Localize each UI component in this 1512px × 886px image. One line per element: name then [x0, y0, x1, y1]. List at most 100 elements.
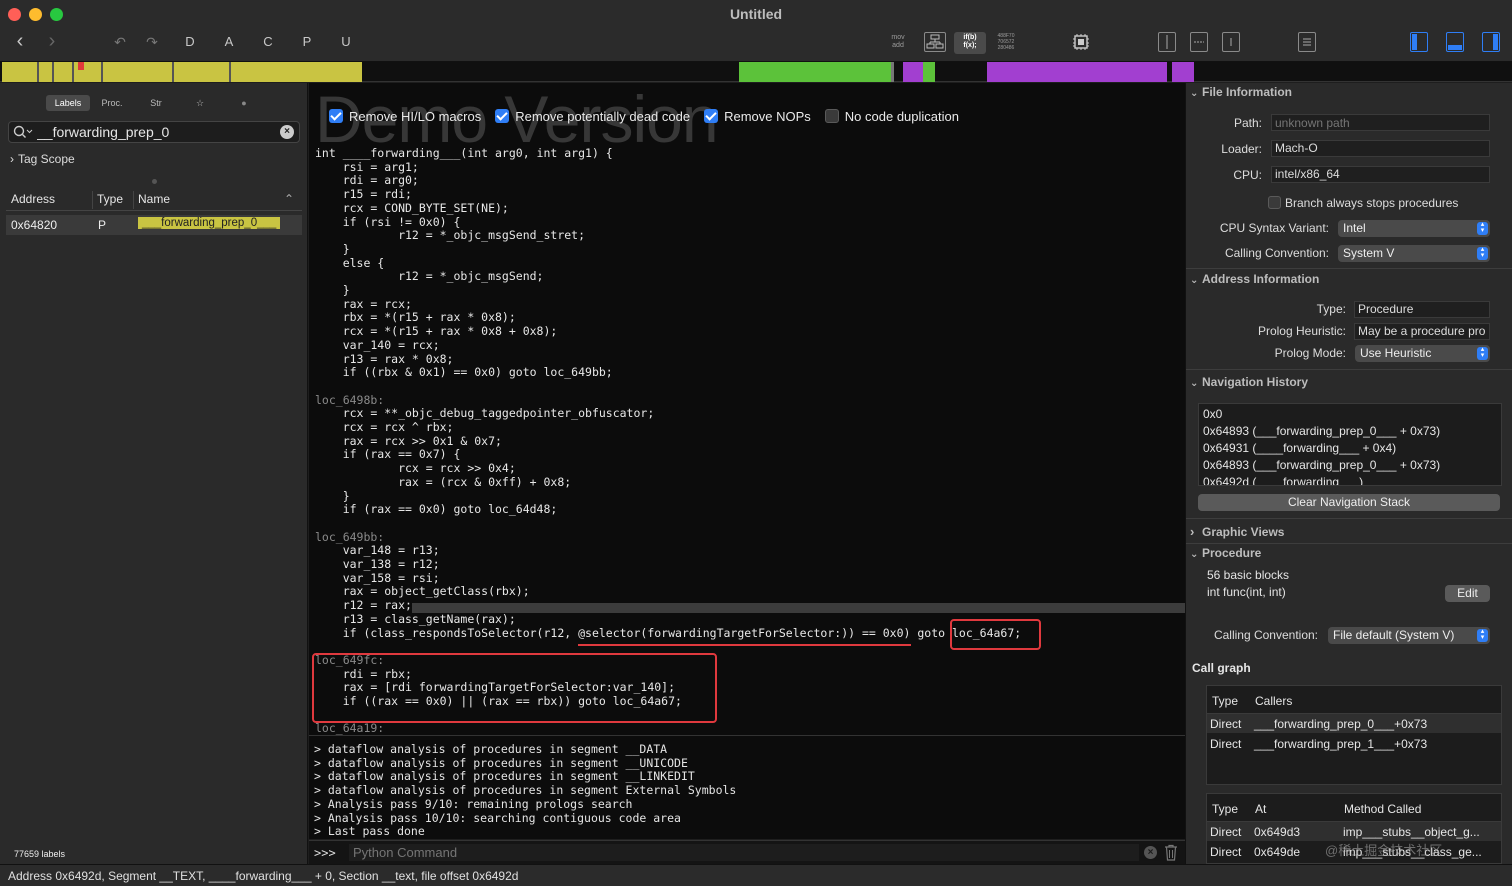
- toggle-left-sidebar-icon[interactable]: [1410, 32, 1428, 52]
- code-line[interactable]: var_140 = rcx;: [315, 338, 440, 353]
- code-line[interactable]: r12 = *_objc_msgSend_stret;: [315, 228, 585, 243]
- cfg-view-icon[interactable]: [924, 32, 946, 52]
- branch-stops-checkbox[interactable]: [1268, 196, 1281, 209]
- procedure-button[interactable]: P: [297, 32, 317, 52]
- list-item[interactable]: 0x64893 (___forwarding_prep_0___ + 0x73): [1203, 424, 1440, 438]
- list-item[interactable]: 0x0: [1203, 407, 1222, 421]
- section-address-information[interactable]: Address Information: [1190, 272, 1319, 286]
- loader-field[interactable]: Mach-O: [1271, 140, 1490, 157]
- splitter-handle[interactable]: [152, 179, 157, 184]
- list-item[interactable]: 0x6492d (____forwarding___): [1203, 475, 1363, 485]
- procedure-calling-convention-popup[interactable]: File default (System V) ▴ ▾: [1328, 627, 1490, 644]
- pseudocode-view[interactable]: Demo Version Remove HI/LO macros Remove …: [309, 83, 1185, 735]
- code-line[interactable]: }: [315, 242, 350, 257]
- undefine-button[interactable]: U: [336, 32, 356, 52]
- code-line[interactable]: int ____forwarding___(int arg0, int arg1…: [315, 146, 613, 161]
- tab-tags-dot-icon[interactable]: ●: [222, 95, 266, 111]
- code-line[interactable]: r15 = rdi;: [315, 187, 412, 202]
- code-line[interactable]: if (class_respondsToSelector(r12, @selec…: [315, 626, 1022, 641]
- redo-icon[interactable]: ↷: [142, 32, 162, 52]
- edit-signature-button[interactable]: Edit: [1445, 585, 1490, 602]
- back-arrow-icon[interactable]: ‹: [10, 31, 30, 52]
- split-horizontal-icon[interactable]: [1190, 32, 1208, 52]
- code-line[interactable]: var_138 = r12;: [315, 557, 440, 572]
- called-column-method[interactable]: Method Called: [1344, 802, 1421, 816]
- pseudocode-mode-button[interactable]: if(b) f(x);: [954, 32, 986, 54]
- table-row[interactable]: Direct 0x649d3 imp___stubs__object_g...: [1207, 822, 1501, 841]
- prolog-mode-popup[interactable]: Use Heuristic ▴ ▾: [1355, 345, 1490, 362]
- table-row[interactable]: Direct ___forwarding_prep_0___+0x73: [1207, 714, 1501, 733]
- code-line[interactable]: r13 = class_getName(rax);: [315, 612, 516, 627]
- trash-icon[interactable]: [1163, 844, 1179, 864]
- tab-procedures[interactable]: Proc.: [90, 95, 134, 111]
- assembly-mode-button[interactable]: mov add: [886, 34, 910, 54]
- segment-navigation-bar[interactable]: [0, 62, 1512, 82]
- clear-navigation-stack-button[interactable]: Clear Navigation Stack: [1198, 494, 1500, 511]
- callers-table[interactable]: Type Callers Direct ___forwarding_prep_0…: [1206, 685, 1502, 785]
- split-vertical-icon[interactable]: [1158, 32, 1176, 52]
- tab-labels[interactable]: Labels: [46, 95, 90, 111]
- code-line[interactable]: rcx = rcx ^ rbx;: [315, 420, 454, 435]
- forward-arrow-icon[interactable]: ›: [42, 31, 62, 52]
- label-search-box[interactable]: ×: [8, 121, 300, 143]
- undo-icon[interactable]: ↶: [110, 32, 130, 52]
- single-pane-icon[interactable]: [1222, 32, 1240, 52]
- tab-strings[interactable]: Str: [134, 95, 178, 111]
- type-field[interactable]: Procedure: [1354, 301, 1490, 318]
- cpu-field[interactable]: intel/x86_64: [1271, 166, 1490, 183]
- section-file-information[interactable]: File Information: [1190, 85, 1292, 99]
- column-type[interactable]: Type: [97, 192, 123, 206]
- callers-column-type[interactable]: Type: [1212, 694, 1238, 708]
- navigation-history-list[interactable]: 0x0 0x64893 (___forwarding_prep_0___ + 0x…: [1198, 403, 1502, 486]
- section-navigation-history[interactable]: Navigation History: [1190, 375, 1308, 389]
- toggle-bottom-panel-icon[interactable]: [1446, 32, 1464, 52]
- cpu-syntax-popup[interactable]: Intel ▴ ▾: [1338, 220, 1490, 237]
- code-line[interactable]: }: [315, 283, 350, 298]
- tab-bookmarks-star-icon[interactable]: ☆: [178, 95, 222, 111]
- list-item[interactable]: 0x64931 (____forwarding___ + 0x4): [1203, 441, 1396, 455]
- checkbox-checked-icon[interactable]: [704, 109, 719, 123]
- section-procedure[interactable]: Procedure: [1190, 546, 1261, 560]
- prolog-heuristic-field[interactable]: May be a procedure pro: [1354, 323, 1490, 340]
- python-command-input[interactable]: [349, 844, 1139, 861]
- list-item[interactable]: 0x64893 (___forwarding_prep_0___ + 0x73): [1203, 458, 1440, 472]
- called-column-at[interactable]: At: [1255, 802, 1266, 816]
- sort-ascending-icon[interactable]: ⌃: [284, 192, 294, 206]
- toggle-right-sidebar-icon[interactable]: [1482, 32, 1500, 52]
- code-line[interactable]: rcx = COND_BYTE_SET(NE);: [315, 201, 509, 216]
- checkbox-checked-icon[interactable]: [329, 109, 343, 123]
- calling-convention-popup[interactable]: System V ▴ ▾: [1338, 245, 1490, 262]
- clear-search-icon[interactable]: ×: [280, 125, 294, 139]
- hex-mode-button[interactable]: 488F70 706572 280486: [994, 33, 1018, 53]
- code-line[interactable]: r12 = rax;: [315, 598, 412, 613]
- called-column-type[interactable]: Type: [1212, 802, 1238, 816]
- checkbox-checked-icon[interactable]: [495, 109, 510, 123]
- code-line[interactable]: if (rax == 0x0) goto loc_64d48;: [315, 502, 558, 517]
- column-address[interactable]: Address: [11, 192, 55, 206]
- table-row[interactable]: 0x64820 P ___forwarding_prep_0___: [6, 215, 302, 235]
- option-no-code-duplication[interactable]: No code duplication: [824, 109, 959, 124]
- callers-column-callers[interactable]: Callers: [1255, 694, 1292, 708]
- column-name[interactable]: Name: [138, 192, 170, 206]
- clear-console-icon[interactable]: ×: [1144, 846, 1157, 859]
- ascii-button[interactable]: A: [219, 32, 239, 52]
- table-row[interactable]: Direct ___forwarding_prep_1___+0x73: [1207, 734, 1501, 753]
- search-input[interactable]: [37, 124, 277, 140]
- path-field[interactable]: [1271, 114, 1490, 131]
- option-remove-hilo[interactable]: Remove HI/LO macros: [329, 109, 481, 124]
- document-info-icon[interactable]: [1298, 32, 1316, 52]
- code-line[interactable]: rcx = rcx >> 0x4;: [315, 461, 516, 476]
- checkbox-unchecked-icon[interactable]: [824, 109, 839, 123]
- cpu-chip-icon[interactable]: [1070, 32, 1092, 52]
- code-label-line[interactable]: loc_64a19:: [315, 722, 384, 735]
- tag-scope-toggle[interactable]: › Tag Scope: [10, 152, 75, 166]
- code-line[interactable]: rcx = *(r15 + rax * 0x8 + 0x8);: [315, 324, 558, 339]
- data-button[interactable]: D: [180, 32, 200, 52]
- option-remove-nops[interactable]: Remove NOPs: [704, 109, 811, 124]
- option-remove-dead-code[interactable]: Remove potentially dead code: [495, 109, 690, 124]
- code-button[interactable]: C: [258, 32, 278, 52]
- section-graphic-views[interactable]: Graphic Views: [1190, 524, 1284, 539]
- code-line[interactable]: if ((rbx & 0x1) == 0x0) goto loc_649bb;: [315, 365, 613, 380]
- caller-type: Direct: [1210, 717, 1242, 731]
- code-line[interactable]: rax = (rcx & 0xff) + 0x8;: [315, 475, 571, 490]
